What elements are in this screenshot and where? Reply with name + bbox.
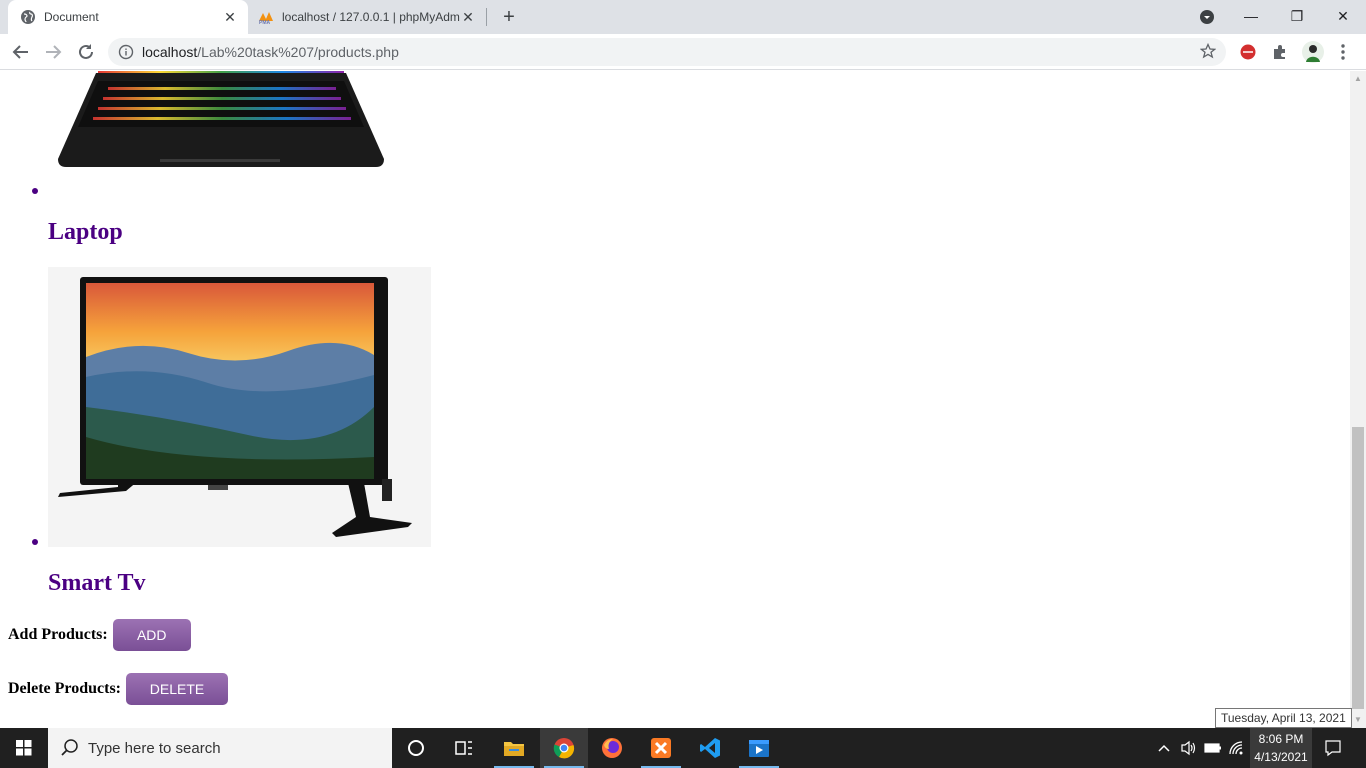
- extension-red-icon[interactable]: [1239, 43, 1257, 61]
- profile-avatar[interactable]: [1302, 41, 1324, 63]
- svg-text:PMA: PMA: [259, 20, 271, 25]
- cortana-icon[interactable]: [392, 728, 440, 768]
- smart-tv-image: [48, 267, 431, 547]
- windows-logo-icon: [16, 740, 32, 756]
- bookmark-star-icon[interactable]: [1199, 42, 1217, 59]
- browser-toolbar: localhost/Lab%20task%207/products.php: [0, 34, 1366, 70]
- globe-icon: [20, 9, 36, 25]
- task-view-icon[interactable]: [440, 728, 488, 768]
- tab-title: Document: [44, 10, 99, 24]
- clock-date: 4/13/2021: [1254, 750, 1308, 764]
- add-products-row: Add Products: ADD: [8, 619, 191, 651]
- reload-icon: [79, 44, 93, 59]
- delete-products-label: Delete Products:: [8, 680, 121, 697]
- tab-search-icon[interactable]: [1199, 9, 1215, 25]
- delete-products-row: Delete Products: DELETE: [8, 673, 228, 705]
- tab-strip: Document ✕ PMA localhost / 127.0.0.1 | p…: [0, 0, 1366, 34]
- clock-time: 8:06 PM: [1258, 732, 1304, 746]
- phpmyadmin-icon: PMA: [258, 9, 274, 26]
- delete-button[interactable]: DELETE: [126, 673, 228, 705]
- search-placeholder: Type here to search: [88, 739, 221, 757]
- chrome-icon[interactable]: [540, 728, 588, 768]
- scroll-up-arrow-icon[interactable]: ▲: [1354, 75, 1362, 83]
- new-tab-button[interactable]: +: [498, 7, 520, 27]
- tab-separator: [486, 8, 487, 26]
- url-text[interactable]: localhost/Lab%20task%207/products.php: [142, 44, 399, 60]
- tab-title: localhost / 127.0.0.1 | phpMyAdmin: [282, 10, 460, 24]
- tab-document[interactable]: Document ✕: [8, 0, 248, 34]
- back-button[interactable]: [9, 40, 33, 64]
- info-icon[interactable]: [118, 44, 134, 60]
- laptop-image: [48, 71, 394, 171]
- address-bar[interactable]: localhost/Lab%20task%207/products.php: [108, 38, 1226, 66]
- network-icon[interactable]: [1226, 728, 1248, 768]
- restore-button[interactable]: ❐: [1274, 0, 1320, 32]
- list-bullet: [32, 539, 38, 545]
- action-center-icon[interactable]: [1316, 728, 1350, 768]
- volume-icon[interactable]: [1178, 728, 1200, 768]
- close-window-button[interactable]: ✕: [1320, 0, 1366, 32]
- scrollbar-thumb[interactable]: [1352, 427, 1364, 709]
- reload-button[interactable]: [74, 40, 98, 64]
- file-explorer-icon[interactable]: [490, 728, 538, 768]
- media-player-icon[interactable]: [735, 728, 783, 768]
- list-bullet: [32, 188, 38, 194]
- url-path: /Lab%20task%207/products.php: [197, 44, 399, 60]
- browser-menu-icon[interactable]: [1336, 43, 1350, 61]
- date-tooltip: Tuesday, April 13, 2021: [1215, 708, 1352, 728]
- show-hidden-icons-chevron-icon[interactable]: [1154, 728, 1174, 768]
- search-icon: [60, 738, 80, 758]
- page-scrollbar[interactable]: ▲ ▼: [1350, 71, 1366, 728]
- battery-icon[interactable]: [1202, 728, 1224, 768]
- url-host: localhost: [142, 44, 198, 60]
- forward-button[interactable]: [41, 40, 65, 64]
- start-button[interactable]: [0, 728, 48, 768]
- scroll-down-arrow-icon[interactable]: ▼: [1354, 716, 1362, 724]
- product-name-smart-tv: Smart Tv: [48, 570, 146, 596]
- add-button[interactable]: ADD: [112, 619, 191, 651]
- system-clock[interactable]: 8:06 PM 4/13/2021: [1250, 728, 1312, 768]
- back-arrow-icon: [12, 45, 28, 59]
- vscode-icon[interactable]: [686, 728, 734, 768]
- product-name-laptop: Laptop: [48, 219, 123, 245]
- windows-taskbar: Type here to search 8:06 PM 4/13/2021: [0, 728, 1366, 768]
- page-content: Laptop Smart Tv Add Products: ADD Delete…: [0, 71, 1350, 728]
- close-tab-icon[interactable]: ✕: [222, 9, 238, 25]
- tab-phpmyadmin[interactable]: PMA localhost / 127.0.0.1 | phpMyAdmin ✕: [250, 0, 486, 34]
- xampp-icon[interactable]: [637, 728, 685, 768]
- firefox-icon[interactable]: [588, 728, 636, 768]
- taskbar-search-box[interactable]: Type here to search: [48, 728, 392, 768]
- extensions-puzzle-icon[interactable]: [1271, 43, 1289, 61]
- add-products-label: Add Products:: [8, 626, 108, 643]
- minimize-button[interactable]: —: [1228, 0, 1274, 32]
- forward-arrow-icon: [46, 45, 62, 59]
- close-tab-icon[interactable]: ✕: [460, 9, 476, 25]
